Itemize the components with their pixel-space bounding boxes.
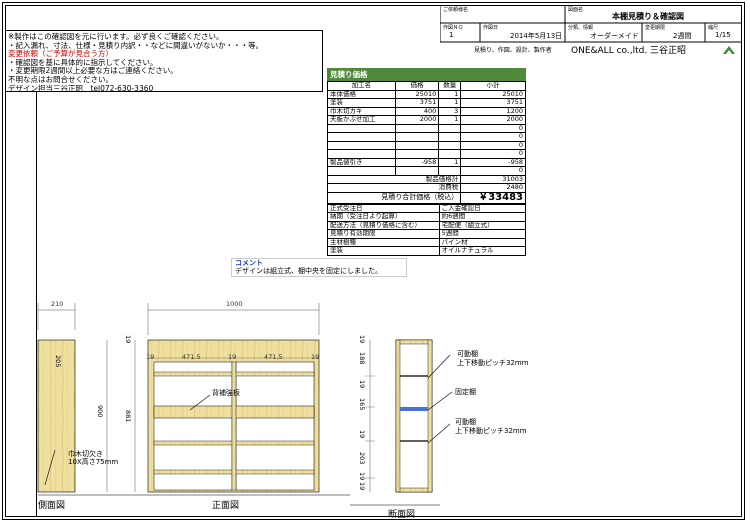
- dim-bay-1: 471.5: [182, 353, 201, 361]
- side-view-label: 側面図: [38, 501, 66, 511]
- dim-top-thk: 19: [124, 335, 132, 344]
- dim-center-thk: 19: [228, 353, 237, 361]
- dim-front-width: 1000: [226, 300, 243, 308]
- callout-movable-upper-pitch: 上下移動ピッチ32mm: [457, 359, 529, 367]
- dim-sec-188: 188: [358, 352, 366, 365]
- dim-height: 900: [96, 405, 104, 418]
- callout-movable-lower-pitch: 上下移動ピッチ32mm: [455, 427, 527, 435]
- front-view: [106, 303, 350, 496]
- dim-sec-19c: 19: [358, 472, 366, 481]
- dim-sec-bottom: 19: [358, 482, 366, 491]
- dim-sec-19a: 19: [358, 380, 366, 389]
- dim-side-thk-right: 19: [311, 353, 320, 361]
- callout-fixed-shelf: 固定棚: [455, 388, 476, 396]
- dim-side-inner: 205: [54, 355, 62, 368]
- front-view-label: 正面図: [212, 501, 240, 511]
- dim-bay-2: 471.5: [264, 353, 283, 361]
- drawings: [37, 303, 453, 506]
- callout-baseboard-size: 10X高さ75mm: [68, 458, 119, 466]
- dim-side-thk-left: 19: [146, 353, 155, 361]
- dim-sec-165: 165: [358, 398, 366, 411]
- dim-inner-height: 881: [124, 410, 132, 423]
- dim-sec-19b: 19: [358, 430, 366, 439]
- callout-back-brace: 背補強板: [212, 389, 240, 397]
- section-view-label: 断面図: [388, 510, 416, 520]
- dim-side-width: 210: [51, 300, 64, 308]
- dim-sec-203: 203: [358, 452, 366, 465]
- dim-sec-top: 19: [358, 335, 366, 344]
